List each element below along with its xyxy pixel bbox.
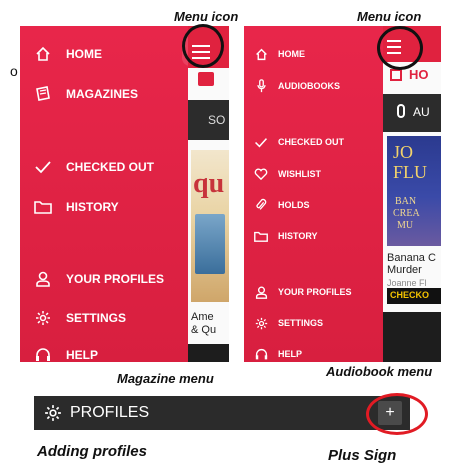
magazine-header-logo-icon xyxy=(198,72,214,86)
profiles-bar: PROFILES + xyxy=(34,396,410,430)
magazine-item-help[interactable]: HELP xyxy=(20,344,98,362)
audiobook-checkout-button[interactable]: CHECKO xyxy=(387,288,441,304)
plus-sign-highlight xyxy=(366,393,428,435)
caption-plus-sign: Plus Sign xyxy=(328,447,397,464)
folder-icon xyxy=(32,200,54,214)
checkmark-icon xyxy=(252,137,270,148)
audiobook-header-fragment: HO xyxy=(409,67,429,82)
audiobook-book-title1: Banana C xyxy=(387,252,436,264)
audiobook-bottom-bar xyxy=(383,312,441,362)
headset-icon xyxy=(252,348,270,361)
home-icon xyxy=(32,46,54,62)
audiobook-item-checked-out-label: CHECKED OUT xyxy=(278,137,345,147)
magazine-caption-line2: & Qu xyxy=(191,324,217,336)
caption-menu-icon-left: Menu icon xyxy=(174,9,239,24)
audiobook-cover-line4: CREA xyxy=(393,208,420,219)
audiobook-drawer: HOME AUDIOBOOKS CHECKED OUT WISHLIST HOL… xyxy=(244,26,383,362)
home-icon xyxy=(252,48,270,61)
audiobook-item-holds-label: HOLDS xyxy=(278,200,310,210)
audiobook-book-author: Joanne Fl xyxy=(387,278,427,288)
audiobook-tab-mic-icon xyxy=(397,104,405,118)
audiobook-menu-icon-highlight xyxy=(377,26,423,70)
audiobook-background-strip: HO AU JO FLU BAN CREA MU Banana C Murder… xyxy=(383,26,441,362)
audiobook-header-home-icon xyxy=(390,69,402,81)
magazine-item-magazines[interactable]: MAGAZINES xyxy=(20,82,138,106)
magazine-item-help-label: HELP xyxy=(66,348,99,362)
audiobook-cover-line3: BAN xyxy=(395,196,417,207)
magazine-item-history-label: HISTORY xyxy=(66,200,119,214)
magazine-item-your-profiles-label: YOUR PROFILES xyxy=(66,272,165,286)
microphone-icon xyxy=(252,79,270,93)
magazine-cover-image xyxy=(195,214,225,274)
magazine-background-strip: SO qu Ame & Qu xyxy=(188,26,229,362)
left-edge-label-fragment: o xyxy=(10,63,18,79)
audiobook-item-home[interactable]: HOME xyxy=(244,44,305,64)
audiobook-tab-fragment[interactable]: AU xyxy=(413,105,430,119)
audiobook-book-title2: Murder xyxy=(387,264,422,276)
audiobook-screen: HO AU JO FLU BAN CREA MU Banana C Murder… xyxy=(244,26,441,362)
profile-icon xyxy=(252,286,270,299)
folder-icon xyxy=(252,231,270,242)
audiobook-cover[interactable]: JO FLU BAN CREA MU xyxy=(387,136,441,246)
audiobook-item-settings-label: SETTINGS xyxy=(278,318,324,328)
audiobook-item-settings[interactable]: SETTINGS xyxy=(244,313,323,333)
magazine-item-home[interactable]: HOME xyxy=(20,42,102,66)
audiobook-item-help[interactable]: HELP xyxy=(244,344,302,362)
caption-menu-icon-right: Menu icon xyxy=(357,9,422,24)
profiles-title: PROFILES xyxy=(70,404,150,421)
magazine-item-magazines-label: MAGAZINES xyxy=(66,87,138,101)
audiobook-item-your-profiles[interactable]: YOUR PROFILES xyxy=(244,282,352,302)
audiobook-item-audiobooks-label: AUDIOBOOKS xyxy=(278,81,341,91)
magazine-icon xyxy=(32,86,54,102)
magazine-item-checked-out[interactable]: CHECKED OUT xyxy=(20,155,154,179)
magazine-item-settings[interactable]: SETTINGS xyxy=(20,306,126,330)
gear-icon xyxy=(44,404,62,422)
magazine-item-home-label: HOME xyxy=(66,47,102,61)
audiobook-item-your-profiles-label: YOUR PROFILES xyxy=(278,287,352,297)
profile-icon xyxy=(32,271,54,287)
magazine-cover-text: qu xyxy=(193,168,225,199)
audiobook-item-home-label: HOME xyxy=(278,49,305,59)
headset-icon xyxy=(32,347,54,362)
audiobook-item-wishlist-label: WISHLIST xyxy=(278,169,321,179)
magazine-item-history[interactable]: HISTORY xyxy=(20,195,119,219)
magazine-item-your-profiles[interactable]: YOUR PROFILES xyxy=(20,267,164,291)
magazine-item-checked-out-label: CHECKED OUT xyxy=(66,160,155,174)
magazine-screen: SO qu Ame & Qu HOME MAGAZINES CHECKED OU… xyxy=(20,26,229,362)
magazine-cover[interactable]: qu xyxy=(191,150,229,302)
audiobook-item-holds[interactable]: HOLDS xyxy=(244,195,310,215)
audiobook-item-history-label: HISTORY xyxy=(278,231,318,241)
heart-icon xyxy=(252,168,270,180)
gear-icon xyxy=(32,310,54,326)
audiobook-item-wishlist[interactable]: WISHLIST xyxy=(244,164,321,184)
gear-icon xyxy=(252,317,270,330)
audiobook-cover-line1: JO xyxy=(393,142,414,162)
audiobook-tab-bar: AU xyxy=(383,94,441,132)
caption-magazine-menu: Magazine menu xyxy=(117,371,214,386)
audiobook-item-audiobooks[interactable]: AUDIOBOOKS xyxy=(244,76,340,96)
paperclip-icon xyxy=(252,198,270,212)
checkmark-icon xyxy=(32,160,54,174)
audiobook-item-help-label: HELP xyxy=(278,349,303,359)
magazine-drawer: HOME MAGAZINES CHECKED OUT HISTORY YOUR … xyxy=(20,26,188,362)
caption-adding-profiles: Adding profiles xyxy=(37,443,147,460)
magazine-tab-fragment[interactable]: SO xyxy=(208,113,225,127)
caption-audiobook-menu: Audiobook menu xyxy=(326,364,433,379)
magazine-bottom-bar xyxy=(188,344,229,362)
audiobook-item-history[interactable]: HISTORY xyxy=(244,226,318,246)
magazine-menu-icon-highlight xyxy=(182,24,224,68)
audiobook-item-checked-out[interactable]: CHECKED OUT xyxy=(244,132,344,152)
magazine-item-settings-label: SETTINGS xyxy=(66,311,127,325)
audiobook-cover-line2: FLU xyxy=(393,162,428,182)
audiobook-checkout-label: CHECKO xyxy=(390,290,430,300)
audiobook-cover-line5: MU xyxy=(397,220,414,231)
magazine-caption-line1: Ame xyxy=(191,311,214,323)
